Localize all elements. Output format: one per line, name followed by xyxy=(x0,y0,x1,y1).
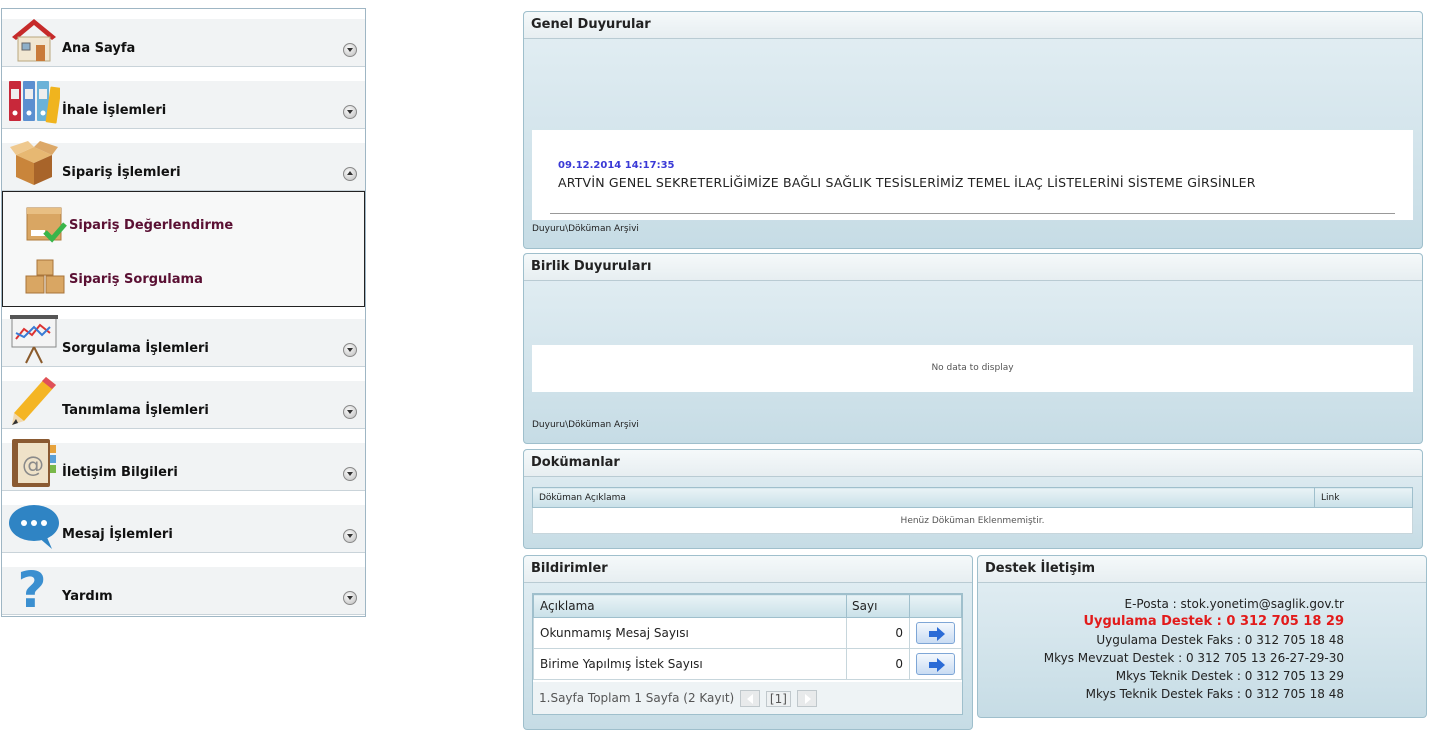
panel-title: Destek İletişim xyxy=(978,556,1426,583)
notifications-grid: Açıklama Sayı Okunmamış Mesaj Sayısı 0 B… xyxy=(532,593,963,715)
submenu-item-siparis-degerlendirme[interactable]: Sipariş Değerlendirme xyxy=(23,202,343,246)
archive-link[interactable]: Duyuru\Döküman Arşivi xyxy=(532,224,639,234)
expand-icon[interactable] xyxy=(343,43,357,57)
row-action-cell xyxy=(909,617,962,649)
row-count: 0 xyxy=(846,617,910,649)
address-book-icon: @ xyxy=(8,437,60,489)
notifications-table: Açıklama Sayı Okunmamış Mesaj Sayısı 0 B… xyxy=(533,594,962,680)
announcement-text: ARTVİN GENEL SEKRETERLİĞİMİZE BAĞLI SAĞL… xyxy=(558,175,1256,190)
divider xyxy=(550,213,1395,214)
app-support-fax: Uygulama Destek Faks : 0 312 705 18 48 xyxy=(1096,633,1344,647)
boxes-icon xyxy=(23,256,67,300)
sidebar-item-mesaj[interactable]: Mesaj İşlemleri xyxy=(2,505,365,553)
svg-text:@: @ xyxy=(22,453,44,478)
empty-message: Henüz Döküman Eklenmemiştir. xyxy=(532,507,1413,534)
expand-icon[interactable] xyxy=(343,105,357,119)
sidebar-menu: Ana Sayfa İhale İşlemleri Sipariş İşleml… xyxy=(1,8,366,619)
column-header-action xyxy=(909,594,962,618)
go-arrow-button[interactable] xyxy=(916,653,955,675)
sidebar-item-sorgulama[interactable]: Sorgulama İşlemleri xyxy=(2,315,365,367)
pager: 1.Sayfa Toplam 1 Sayfa (2 Kayıt) [1] xyxy=(533,682,962,714)
binders-icon xyxy=(8,75,62,127)
panel-title: Genel Duyurular xyxy=(524,12,1422,39)
sidebar-item-label: Sipariş İşlemleri xyxy=(62,165,181,180)
go-arrow-button[interactable] xyxy=(916,622,955,644)
row-description: Okunmamış Mesaj Sayısı xyxy=(533,617,847,649)
next-page-button[interactable] xyxy=(796,690,817,707)
svg-text:?: ? xyxy=(17,561,46,613)
tech-support-phone: Mkys Teknik Destek : 0 312 705 13 29 xyxy=(1115,669,1344,683)
open-box-icon xyxy=(8,137,60,189)
sidebar-item-siparis[interactable]: Sipariş İşlemleri xyxy=(2,141,365,191)
submenu-item-siparis-sorgulama[interactable]: Sipariş Sorgulama xyxy=(23,256,343,300)
speech-bubble-icon xyxy=(8,499,60,551)
sidebar-item-ihale[interactable]: İhale İşlemleri xyxy=(2,81,365,129)
column-header-description: Açıklama xyxy=(533,594,847,618)
announcement-date: 09.12.2014 14:17:35 xyxy=(558,160,675,171)
expand-icon[interactable] xyxy=(343,343,357,357)
pencil-icon xyxy=(8,375,60,427)
expand-icon[interactable] xyxy=(343,529,357,543)
bildirimler-panel: Bildirimler Açıklama Sayı Okunmamış Mesa… xyxy=(523,555,973,730)
expand-icon[interactable] xyxy=(343,591,357,605)
house-icon xyxy=(8,13,60,65)
law-support-phone: Mkys Mevzuat Destek : 0 312 705 13 26-27… xyxy=(1043,651,1344,665)
panel-title: Dokümanlar xyxy=(524,450,1422,477)
expand-icon[interactable] xyxy=(343,405,357,419)
sidebar-item-tanimlama[interactable]: Tanımlama İşlemleri xyxy=(2,377,365,429)
destek-iletisim-panel: Destek İletişim E-Posta : stok.yonetim@s… xyxy=(977,555,1427,718)
tech-support-fax: Mkys Teknik Destek Faks : 0 312 705 18 4… xyxy=(1085,687,1344,701)
column-header-link: Link xyxy=(1314,487,1413,508)
chart-easel-icon xyxy=(8,313,60,365)
collapse-icon[interactable] xyxy=(343,167,357,181)
documents-table: Döküman Açıklama Link Henüz Döküman Ekle… xyxy=(532,487,1413,534)
table-row: Okunmamış Mesaj Sayısı 0 xyxy=(533,617,962,649)
box-check-icon xyxy=(23,202,67,246)
sidebar-item-iletisim[interactable]: @ İletişim Bilgileri xyxy=(2,439,365,491)
column-header-description: Döküman Açıklama xyxy=(532,487,1315,508)
archive-link[interactable]: Duyuru\Döküman Arşivi xyxy=(532,420,639,430)
page-number-button[interactable]: [1] xyxy=(765,690,791,707)
panel-title: Bildirimler xyxy=(524,556,972,583)
sidebar-item-yardim[interactable]: ? Yardım xyxy=(2,561,365,619)
sidebar-item-label: Sorgulama İşlemleri xyxy=(62,341,209,356)
announcement-box: No data to display xyxy=(532,345,1413,392)
empty-message: No data to display xyxy=(931,363,1014,373)
sidebar-item-label: İletişim Bilgileri xyxy=(62,465,178,480)
sidebar-item-label: Mesaj İşlemleri xyxy=(62,527,173,542)
sidebar-item-label: Yardım xyxy=(62,589,113,604)
column-header-count: Sayı xyxy=(846,594,910,618)
submenu-item-label: Sipariş Sorgulama xyxy=(69,272,203,287)
row-action-cell xyxy=(909,648,962,680)
sidebar-item-label: Ana Sayfa xyxy=(62,41,136,56)
prev-page-button[interactable] xyxy=(740,690,761,707)
table-row: Birime Yapılmış İstek Sayısı 0 xyxy=(533,648,962,680)
dokumanlar-panel: Dokümanlar Döküman Açıklama Link Henüz D… xyxy=(523,449,1423,549)
sidebar-item-label: Tanımlama İşlemleri xyxy=(62,403,209,418)
pager-summary: 1.Sayfa Toplam 1 Sayfa (2 Kayıt) xyxy=(539,691,735,705)
siparis-submenu: Sipariş Değerlendirme Sipariş Sorgulama xyxy=(2,191,365,307)
app-support-phone: Uygulama Destek : 0 312 705 18 29 xyxy=(1083,614,1344,629)
sidebar-item-ana-sayfa[interactable]: Ana Sayfa xyxy=(2,19,365,67)
panel-title: Birlik Duyuruları xyxy=(524,254,1422,281)
genel-duyurular-panel: Genel Duyurular 09.12.2014 14:17:35 ARTV… xyxy=(523,11,1423,249)
row-description: Birime Yapılmış İstek Sayısı xyxy=(533,648,847,680)
support-email: E-Posta : stok.yonetim@saglik.gov.tr xyxy=(1124,597,1344,611)
sidebar-item-label: İhale İşlemleri xyxy=(62,103,167,118)
row-count: 0 xyxy=(846,648,910,680)
announcement-box: 09.12.2014 14:17:35 ARTVİN GENEL SEKRETE… xyxy=(532,130,1413,220)
birlik-duyurulari-panel: Birlik Duyuruları No data to display Duy… xyxy=(523,253,1423,444)
submenu-item-label: Sipariş Değerlendirme xyxy=(69,218,234,233)
expand-icon[interactable] xyxy=(343,467,357,481)
question-mark-icon: ? xyxy=(8,561,60,619)
